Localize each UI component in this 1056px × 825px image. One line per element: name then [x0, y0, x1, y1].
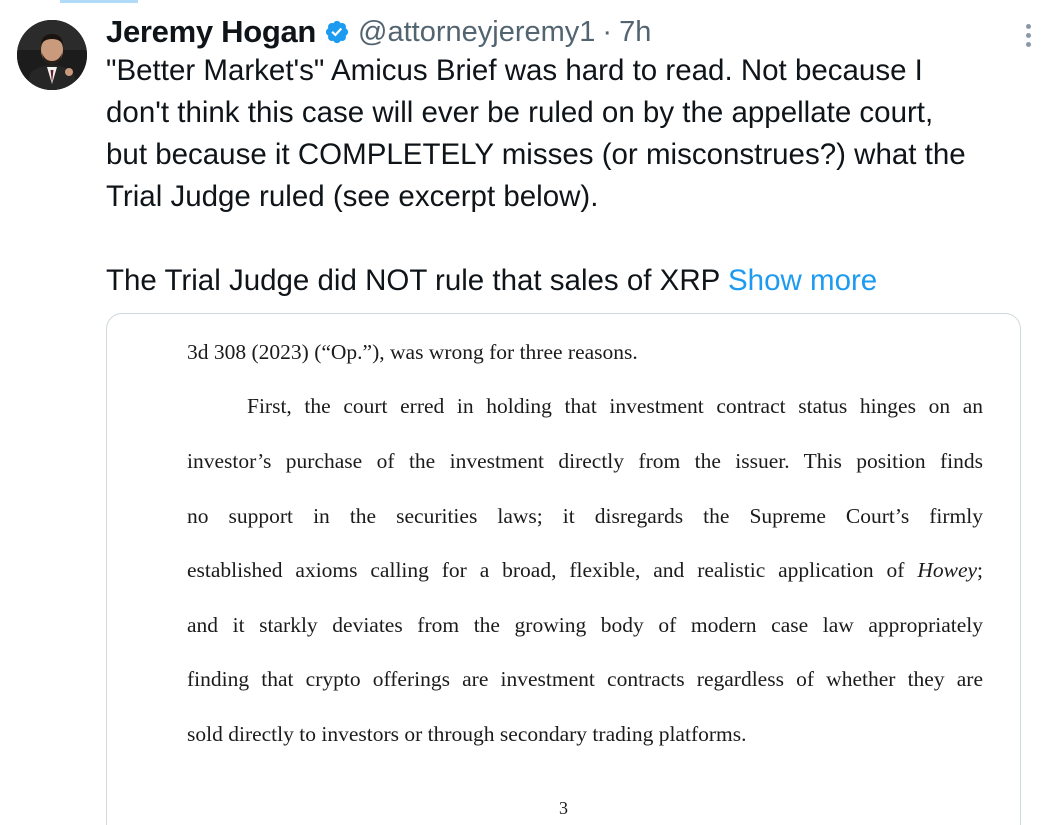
top-accent-bar [60, 0, 138, 3]
tweet-paragraph-2: The Trial Judge did NOT rule that sales … [106, 260, 1036, 302]
document-excerpt: 3d 308 (2023) (“Op.”), was wrong for thr… [107, 314, 1020, 825]
doc-line-6: and it starkly deviates from the growing… [187, 613, 983, 637]
tweet-timestamp[interactable]: 7h [619, 16, 651, 49]
doc-line-5: established axioms calling for a broad, … [187, 557, 983, 583]
tweet-paragraph-2-text: The Trial Judge did NOT rule that sales … [106, 264, 720, 297]
verified-badge-icon[interactable] [324, 19, 350, 45]
avatar-image [17, 20, 87, 90]
doc-line-5-text: established axioms calling for a broad, … [187, 558, 905, 582]
doc-line-7: finding that crypto offerings are invest… [187, 667, 983, 691]
doc-line-5-semicolon: ; [977, 558, 984, 582]
tweet-text: "Better Market's" Amicus Brief was hard … [106, 50, 1036, 302]
tweet[interactable]: Jeremy Hogan @attorneyjeremy1 · 7h "Bett… [0, 0, 1056, 825]
show-more-link[interactable]: Show more [728, 264, 877, 297]
doc-line-5-howey: Howey [917, 558, 978, 582]
doc-line-3: investor’s purchase of the investment di… [187, 449, 983, 473]
page-number: 3 [559, 798, 568, 818]
tweet-paragraph-1: "Better Market's" Amicus Brief was hard … [106, 54, 966, 213]
avatar[interactable] [17, 20, 87, 90]
attached-image[interactable]: 3d 308 (2023) (“Op.”), was wrong for thr… [106, 313, 1021, 825]
header-separator: · [602, 15, 613, 48]
doc-line-2: First, the court erred in holding that i… [247, 394, 983, 418]
tweet-header: Jeremy Hogan @attorneyjeremy1 · 7h [106, 10, 651, 54]
doc-line-1: 3d 308 (2023) (“Op.”), was wrong for thr… [187, 340, 638, 364]
author-display-name[interactable]: Jeremy Hogan [106, 14, 316, 50]
more-options-icon[interactable] [1016, 20, 1040, 50]
doc-line-4: no support in the securities laws; it di… [187, 504, 983, 528]
author-handle[interactable]: @attorneyjeremy1 [358, 16, 595, 49]
doc-line-8: sold directly to investors or through se… [187, 722, 747, 746]
